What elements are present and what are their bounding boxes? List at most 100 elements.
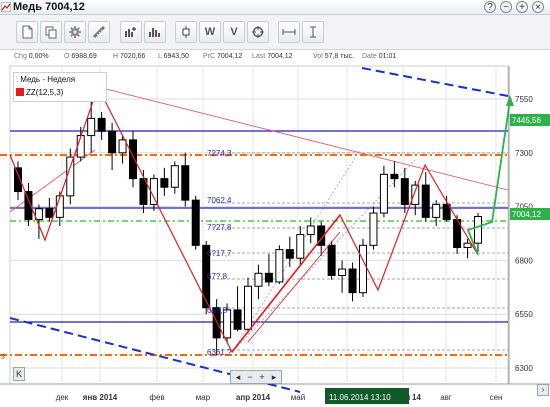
x-tick-label: апр 2014 [236,393,271,402]
stat-last-value: 7004,12 [267,53,293,60]
candle-body [264,272,273,283]
stat-last-label: Last [252,53,266,60]
candle-body [97,117,106,132]
scroll-forward-button[interactable]: ▸ [268,371,280,383]
interval-button[interactable] [278,21,300,43]
stat-change-label: Chg [14,53,27,60]
candle-body [338,268,347,276]
fib-level-label: 65?,8 [207,306,228,315]
scroll-back-button[interactable]: ◂ [232,371,244,383]
candle [327,241,336,280]
caret-left-icon: ◂ [235,372,241,382]
y-tick-label: 6800 [515,256,533,265]
candle-body [390,173,399,180]
candle [191,195,200,250]
x-tick-label: сен [490,393,503,402]
candle-body [432,203,441,218]
scroll-left-button[interactable]: K [13,367,25,381]
candle [244,277,252,334]
candle-body [254,272,263,287]
stat-low-label: L [158,53,162,60]
candle-body [369,212,378,246]
stat-high-value: 7020,66 [120,53,146,60]
partial-x-label: 14 [412,393,421,402]
candle-body [191,199,200,246]
price-chart[interactable]: 630065506800705073007550дек янв 2014 фев ма… [0,64,550,407]
price-label-text: 7445,56 [512,116,541,125]
stat-volume: Vol 57,8 тыс. [313,50,354,64]
candle-body [379,173,388,214]
fib-level-label: 7062,4 [207,196,232,205]
fib-level-label: 6?17,7 [207,249,232,258]
zoom-scroll-controls: ◂ − + ▸ [230,370,282,384]
x-tick-label: дек [56,393,69,402]
x-tick-label: авг [440,393,452,402]
legend-indicator: ZZ(12,5,3) [26,88,64,97]
candle-body [296,234,305,259]
stat-low: L 6943,50 [158,50,189,64]
candle-body [463,242,472,248]
chart-icon [1,2,11,12]
candle-body [400,178,409,205]
legend-indicator-row: ZZ(12,5,3) [16,86,63,99]
fib-level-label: 67?,8 [207,272,228,281]
candle-body [327,244,336,276]
settings-button[interactable] [64,21,86,43]
candle-body [275,249,284,283]
legend-instrument: Медь - Неделя [20,75,76,84]
candle [359,238,367,297]
window-titlebar: Медь 7004,12 ? − + × [0,0,550,15]
stat-volume-value: 57,8 тыс. [324,53,354,60]
help-button[interactable]: ? [484,1,496,13]
stat-open: O 6988,69 [64,50,97,64]
stat-open-value: 6988,69 [71,53,97,60]
y-tick-label: 7550 [515,95,533,104]
zoom-out-button[interactable]: − [244,371,256,383]
stat-prev-close: PrC 7004,12 [203,50,242,64]
candle-body [118,139,127,154]
caret-right-icon: ▸ [271,372,277,382]
scroll-right-button[interactable]: › [537,384,549,396]
cursor-button[interactable] [302,21,324,43]
ruler-button[interactable] [88,21,110,43]
stat-high-label: H [113,53,119,60]
candle-body [181,165,190,201]
crosshair-button[interactable] [247,21,269,43]
candle-body [160,178,169,188]
gear-icon [69,26,81,38]
candle-chart-button[interactable] [175,21,197,43]
copy-button[interactable] [40,21,62,43]
crosshair-icon [252,26,264,38]
stat-last: Last 7004,12 [252,50,293,64]
left-edge-label: 3 [1,354,5,361]
y-tick-label: 6550 [515,310,533,319]
chart-legend[interactable]: ⫶ Медь - Неделя ZZ(12,5,3) [13,72,107,102]
chevron-right-icon: › [541,385,545,394]
w-pattern-button[interactable]: W [199,21,221,43]
minimize-button[interactable]: − [500,1,512,13]
candle-body [411,184,420,205]
volume-chart-button[interactable] [144,21,166,43]
fib-level-label: 7?27,8 [207,223,232,232]
candle-body [129,139,137,180]
candle [129,131,137,188]
stat-date: Date 01:01 [362,50,396,64]
stat-volume-label: Vol [313,53,323,60]
stat-change-value: 0,00% [28,53,49,60]
stat-prev-close-value: 7004,12 [217,53,243,60]
stat-change: Chg 0,00% [14,50,49,64]
v-pattern-button[interactable]: V [223,21,245,43]
plus-icon: + [259,372,265,382]
zoom-in-button[interactable]: + [256,371,268,383]
new-document-button[interactable] [16,21,38,43]
interval-icon [282,29,296,35]
candle-body [359,244,367,294]
chevron-left-icon: K [15,369,22,379]
maximize-button[interactable]: + [516,1,528,13]
candle-body [76,135,85,158]
chart-toolbar: W V [0,15,550,50]
window-title: Медь 7004,12 [13,1,85,13]
candle-body [108,130,117,154]
close-button[interactable]: × [532,1,544,13]
add-indicator-button[interactable] [120,21,142,43]
